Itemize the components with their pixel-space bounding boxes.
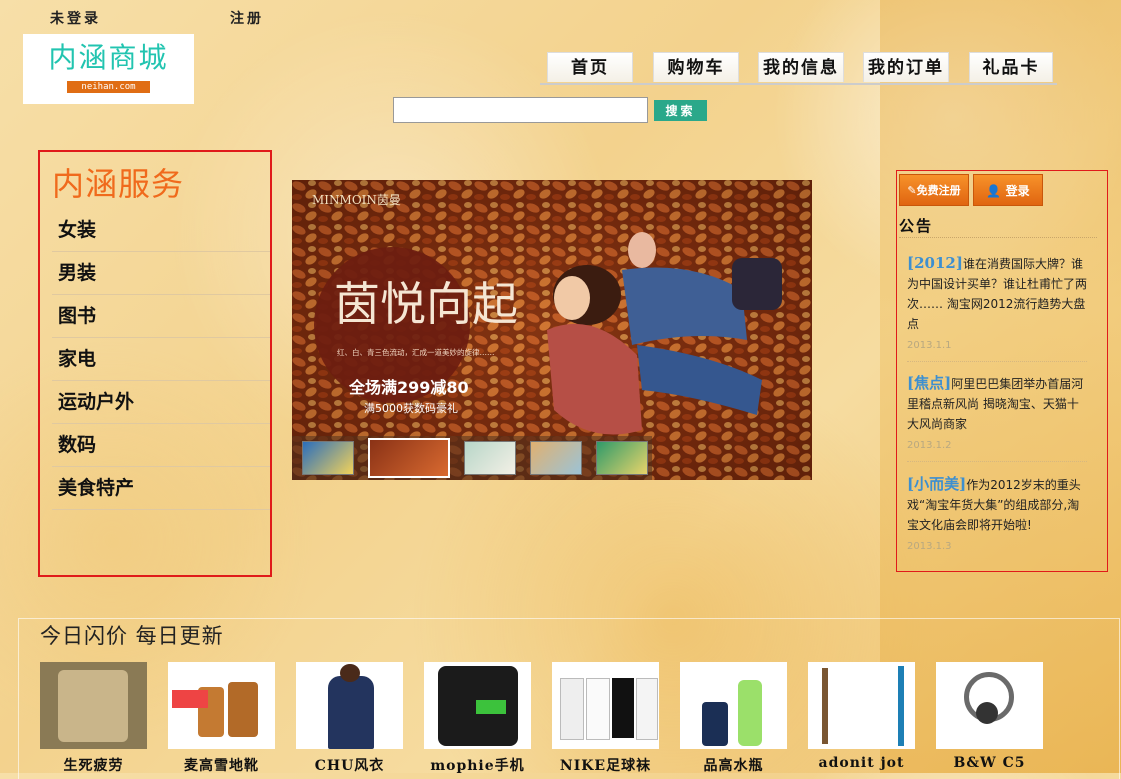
product-name[interactable]: 生死疲劳 (40, 755, 147, 775)
banner-thumbnail-bar (292, 436, 652, 480)
banner-thumbnail[interactable] (464, 441, 516, 475)
product-card[interactable]: CHU风衣 (296, 662, 403, 775)
product-image[interactable] (296, 662, 403, 749)
category-item[interactable]: 图书 (52, 295, 270, 338)
category-list: 女装 男装 图书 家电 运动户外 数码 美食特产 (52, 209, 270, 510)
product-card[interactable]: 生死疲劳 (40, 662, 147, 775)
category-item[interactable]: 男装 (52, 252, 270, 295)
product-image[interactable] (936, 662, 1043, 749)
nav-gift-card[interactable]: 礼品卡 (969, 52, 1053, 82)
main-nav: 首页 购物车 我的信息 我的订单 礼品卡 (547, 52, 1057, 84)
banner-headline: 茵悦向起 (334, 277, 518, 331)
product-card[interactable]: B&W C5 (936, 662, 1043, 771)
flash-sale-title: 今日闪价 每日更新 (40, 624, 224, 648)
banner-caption: 红、白、青三色流动，汇成一道美妙的旋律…… (337, 347, 495, 357)
product-name[interactable]: adonit jot (808, 755, 915, 771)
site-logo[interactable]: 内涵商城 neihan.com (23, 34, 194, 104)
search-button[interactable]: 搜索 (654, 100, 707, 121)
category-item[interactable]: 数码 (52, 424, 270, 467)
banner-brand: MINMOIN茵曼 (312, 193, 401, 207)
banner-thumbnail[interactable] (530, 441, 582, 475)
banner-promo: 全场满299减80 (348, 378, 469, 397)
logo-title: 内涵商城 (48, 41, 169, 74)
notice-item[interactable]: [2012]谁在消费国际大牌？谁为中国设计买单？谁让杜甫忙了两次…… 淘宝网20… (907, 253, 1089, 356)
nav-home[interactable]: 首页 (547, 52, 633, 82)
login-status-link[interactable]: 未登录 (50, 8, 101, 28)
logo-subtitle: neihan.com (67, 81, 150, 93)
category-item[interactable]: 运动户外 (52, 381, 270, 424)
product-card[interactable]: 麦高雪地靴 (168, 662, 275, 775)
login-button[interactable]: 👤 登录 (973, 174, 1043, 206)
product-card[interactable]: adonit jot (808, 662, 915, 771)
nav-cart[interactable]: 购物车 (653, 52, 739, 82)
free-register-button[interactable]: ✎免费注册 (899, 174, 969, 206)
category-item[interactable]: 家电 (52, 338, 270, 381)
product-name[interactable]: 麦高雪地靴 (168, 755, 275, 775)
banner-thumbnail-active[interactable] (368, 438, 450, 478)
promo-banner[interactable]: MINMOIN茵曼 茵悦向起 红、白、青三色流动，汇成一道美妙的旋律…… 全场满… (292, 180, 812, 480)
nav-my-info[interactable]: 我的信息 (758, 52, 844, 82)
notice-tag: [2012] (907, 254, 963, 272)
product-image[interactable] (40, 662, 147, 749)
nav-my-orders[interactable]: 我的订单 (863, 52, 949, 82)
divider (907, 461, 1087, 462)
pencil-icon: ✎ (907, 184, 917, 197)
notice-panel: ✎免费注册 👤 登录 公告 [2012]谁在消费国际大牌？谁为中国设计买单？谁让… (896, 170, 1108, 572)
notice-tag: [焦点] (907, 374, 952, 392)
product-card[interactable]: 品高水瓶 (680, 662, 787, 775)
product-name[interactable]: NIKE足球袜 (552, 755, 659, 775)
product-card[interactable]: NIKE足球袜 (552, 662, 659, 775)
service-title: 内涵服务 (52, 165, 185, 203)
product-image[interactable] (552, 662, 659, 749)
banner-promo-sub: 满5000获数码豪礼 (364, 401, 458, 415)
product-name[interactable]: B&W C5 (936, 755, 1043, 771)
product-name[interactable]: 品高水瓶 (680, 755, 787, 775)
notice-date: 2013.1.2 (907, 440, 952, 451)
product-name[interactable]: mophie手机 (424, 755, 531, 775)
divider (899, 237, 1097, 238)
category-item[interactable]: 美食特产 (52, 467, 270, 510)
user-icon: 👤 (986, 184, 1002, 198)
login-label: 登录 (1005, 184, 1030, 198)
notice-date: 2013.1.1 (907, 340, 952, 351)
product-card[interactable]: mophie手机 (424, 662, 531, 775)
register-link[interactable]: 注册 (230, 8, 264, 28)
banner-image: MINMOIN茵曼 茵悦向起 红、白、青三色流动，汇成一道美妙的旋律…… 全场满… (292, 180, 812, 480)
search-input[interactable] (393, 97, 648, 123)
service-category-panel: 内涵服务 女装 男装 图书 家电 运动户外 数码 美食特产 (38, 150, 272, 577)
product-image[interactable] (808, 662, 915, 749)
product-image[interactable] (424, 662, 531, 749)
notice-item[interactable]: [小而美]作为2012岁末的重头戏“淘宝年货大集”的组成部分,淘宝文化庙会即将开… (907, 474, 1089, 557)
divider (907, 361, 1087, 362)
free-register-label: 免费注册 (916, 184, 961, 197)
product-image[interactable] (680, 662, 787, 749)
product-image[interactable] (168, 662, 275, 749)
product-name[interactable]: CHU风衣 (296, 755, 403, 775)
notice-tag: [小而美] (907, 475, 967, 493)
banner-thumbnail[interactable] (302, 441, 354, 475)
notice-title: 公告 (899, 217, 934, 235)
banner-thumbnail[interactable] (596, 441, 648, 475)
category-item[interactable]: 女装 (52, 209, 270, 252)
notice-date: 2013.1.3 (907, 541, 952, 552)
notice-item[interactable]: [焦点]阿里巴巴集团举办首届河里稽点新风尚 揭晓淘宝、天猫十大风尚商家 2013… (907, 373, 1089, 456)
